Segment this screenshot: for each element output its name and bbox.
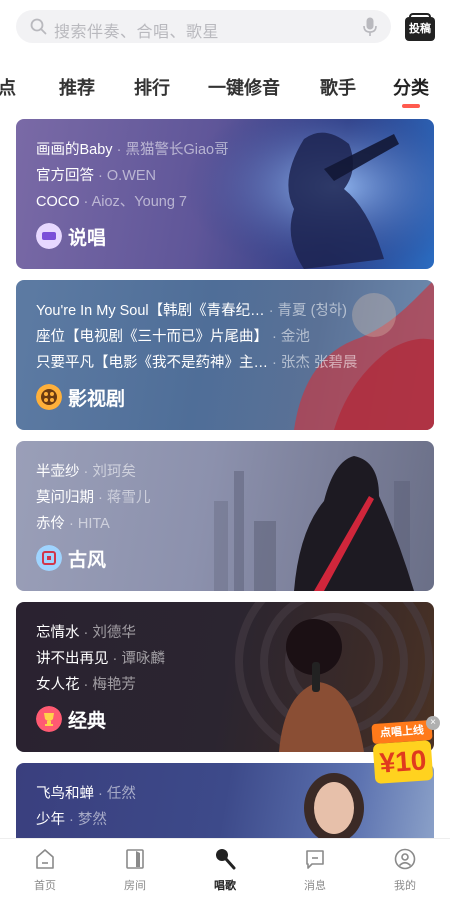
room-door-icon xyxy=(126,849,144,869)
song-item[interactable]: COCO · Aioz、Young 7 xyxy=(36,189,414,215)
song-title: 官方回答 xyxy=(36,168,94,184)
song-title: 赤伶 xyxy=(36,516,65,532)
song-item[interactable]: 画画的Baby · 黑猫警长Giao哥 xyxy=(36,137,414,163)
category-name: 古风 xyxy=(68,550,107,571)
nav-label: 消息 xyxy=(304,880,326,892)
song-artist: · 梦然 xyxy=(69,812,107,828)
song-title: 半壶纱 xyxy=(36,464,80,480)
nav-sing[interactable]: 唱歌 xyxy=(195,847,255,899)
song-artist: · 梅艳芳 xyxy=(83,677,136,693)
close-icon[interactable]: × xyxy=(426,716,440,730)
song-list: You're In My Soul【韩剧《青春纪… · 青夏 (청하) 座位【电… xyxy=(36,298,414,376)
home-icon xyxy=(36,849,54,869)
song-artist: · 张杰 张碧晨 xyxy=(272,355,358,371)
nav-messages[interactable]: 消息 xyxy=(285,847,345,899)
song-item[interactable]: 座位【电视剧《三十而已》片尾曲】 · 金池 xyxy=(36,324,414,350)
category-name: 经典 xyxy=(68,711,107,732)
bottom-navigation: 首页 房间 唱歌 消息 我的 xyxy=(0,838,450,906)
song-item[interactable]: 半壶纱 · 刘珂矣 xyxy=(36,459,414,485)
song-artist: · 谭咏麟 xyxy=(112,651,165,667)
song-title: 少年 xyxy=(36,812,65,828)
song-artist: · 刘珂矣 xyxy=(83,464,136,480)
song-list: 画画的Baby · 黑猫警长Giao哥 官方回答 · O.WEN COCO · … xyxy=(36,137,414,215)
category-tabs: 点 推荐 排行 一键修音 歌手 分类 xyxy=(0,60,450,110)
song-artist: · HITA xyxy=(69,516,110,532)
search-placeholder: 搜索伴奏、合唱、歌星 xyxy=(54,24,220,41)
category-card-film-tv[interactable]: You're In My Soul【韩剧《青春纪… · 青夏 (청하) 座位【电… xyxy=(16,280,434,430)
search-icon xyxy=(30,18,47,35)
promo-floating-badge[interactable]: 点唱上线 ¥10 × xyxy=(371,716,440,786)
song-item[interactable]: 莫问归期 · 蒋雪儿 xyxy=(36,485,414,511)
category-name: 影视剧 xyxy=(68,389,126,410)
song-list: 忘情水 · 刘德华 讲不出再见 · 谭咏麟 女人花 · 梅艳芳 xyxy=(36,620,414,698)
nav-room[interactable]: 房间 xyxy=(105,847,165,899)
nav-label: 首页 xyxy=(34,880,56,892)
tab-categories[interactable]: 分类 xyxy=(393,74,429,100)
song-item[interactable]: 官方回答 · O.WEN xyxy=(36,163,414,189)
song-title: COCO xyxy=(36,194,80,210)
message-icon xyxy=(306,850,324,869)
song-artist: · 金池 xyxy=(272,329,310,345)
song-title: 座位【电视剧《三十而已》片尾曲】 xyxy=(36,329,268,345)
song-title: 忘情水 xyxy=(36,625,80,641)
song-title: 讲不出再见 xyxy=(36,651,109,667)
nav-home[interactable]: 首页 xyxy=(15,847,75,899)
song-title: 只要平凡【电影《我不是药神》主… xyxy=(36,355,268,371)
song-title: 画画的Baby xyxy=(36,142,113,158)
submit-song-button[interactable]: 投稿 xyxy=(405,13,435,41)
song-item[interactable]: 女人花 · 梅艳芳 xyxy=(36,672,414,698)
song-artist: · 刘德华 xyxy=(83,625,136,641)
rap-badge-icon xyxy=(36,223,62,249)
tab-singers[interactable]: 歌手 xyxy=(320,74,356,100)
trophy-icon xyxy=(36,706,62,732)
song-title: 飞鸟和蝉 xyxy=(36,786,94,802)
gufeng-pattern-icon xyxy=(36,545,62,571)
tab-partial[interactable]: 点 xyxy=(0,74,16,100)
microphone-icon[interactable] xyxy=(363,17,377,37)
nav-label: 房间 xyxy=(124,880,146,892)
tab-recommend[interactable]: 推荐 xyxy=(59,74,95,100)
song-item[interactable]: 飞鸟和蝉 · 任然 xyxy=(36,781,414,807)
song-artist: · 蒋雪儿 xyxy=(98,490,151,506)
song-artist: · 青夏 (청하) xyxy=(268,303,347,319)
category-card-gufeng[interactable]: 半壶纱 · 刘珂矣 莫问归期 · 蒋雪儿 赤伶 · HITA 古风 xyxy=(16,441,434,591)
song-item[interactable]: 只要平凡【电影《我不是药神》主… · 张杰 张碧晨 xyxy=(36,350,414,376)
profile-icon xyxy=(394,848,416,870)
song-item[interactable]: 少年 · 梦然 xyxy=(36,807,414,833)
promo-amount: ¥10 xyxy=(372,740,434,784)
song-list: 飞鸟和蝉 · 任然 少年 · 梦然 xyxy=(36,781,414,833)
song-artist: · 黑猫警长Giao哥 xyxy=(116,142,229,158)
song-item[interactable]: 讲不出再见 · 谭咏麟 xyxy=(36,646,414,672)
search-row: 搜索伴奏、合唱、歌星 投稿 xyxy=(0,0,450,56)
tab-autotune[interactable]: 一键修音 xyxy=(208,74,280,100)
song-item[interactable]: 赤伶 · HITA xyxy=(36,511,414,537)
song-artist: · Aioz、Young 7 xyxy=(83,194,187,210)
film-reel-icon xyxy=(36,384,62,410)
tab-ranking[interactable]: 排行 xyxy=(134,74,170,100)
song-item[interactable]: You're In My Soul【韩剧《青春纪… · 青夏 (청하) xyxy=(36,298,414,324)
search-input[interactable]: 搜索伴奏、合唱、歌星 xyxy=(16,10,391,43)
microphone-icon xyxy=(216,849,236,870)
song-list: 半壶纱 · 刘珂矣 莫问归期 · 蒋雪儿 赤伶 · HITA xyxy=(36,459,414,537)
song-artist: · O.WEN xyxy=(98,168,157,184)
submit-label: 投稿 xyxy=(405,17,435,41)
song-title: 莫问归期 xyxy=(36,490,94,506)
category-card-rap[interactable]: 画画的Baby · 黑猫警长Giao哥 官方回答 · O.WEN COCO · … xyxy=(16,119,434,269)
nav-profile[interactable]: 我的 xyxy=(375,847,435,899)
song-title: 女人花 xyxy=(36,677,80,693)
song-artist: · 任然 xyxy=(98,786,136,802)
active-tab-indicator xyxy=(402,104,420,108)
nav-label: 唱歌 xyxy=(214,880,236,892)
song-item[interactable]: 忘情水 · 刘德华 xyxy=(36,620,414,646)
nav-label: 我的 xyxy=(394,880,416,892)
song-title: You're In My Soul【韩剧《青春纪… xyxy=(36,303,265,319)
category-name: 说唱 xyxy=(68,228,107,249)
